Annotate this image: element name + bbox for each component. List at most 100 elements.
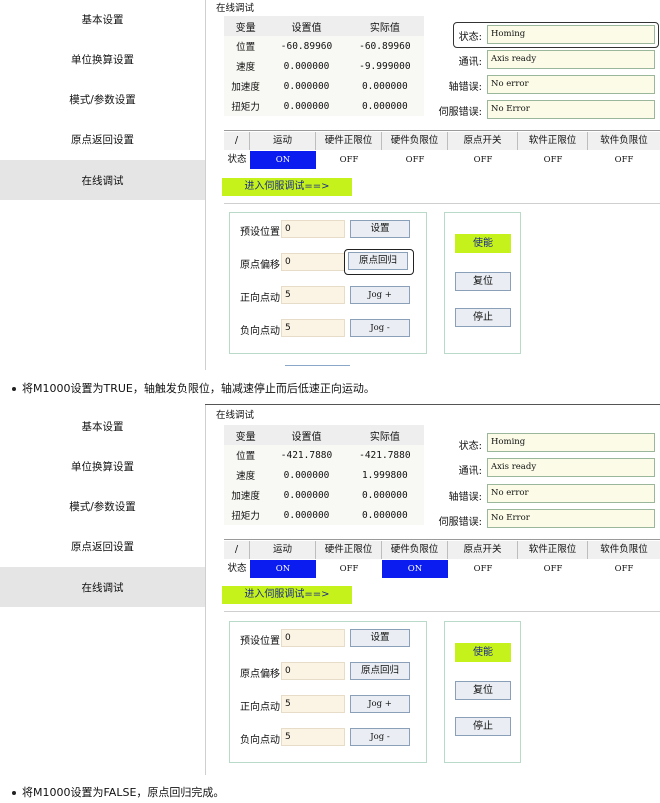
divider bbox=[205, 405, 206, 775]
axis-error-field: No error bbox=[487, 75, 655, 94]
group-title: 在线调试 bbox=[216, 3, 255, 14]
jog-reverse-input[interactable]: 5 bbox=[281, 319, 345, 337]
home-return-button[interactable]: 原点回归 bbox=[348, 252, 408, 270]
var-actual: 0.000000 bbox=[361, 100, 408, 112]
enable-button[interactable]: 使能 bbox=[455, 643, 511, 662]
jog-reverse-label: 负向点动 bbox=[240, 735, 280, 746]
separator bbox=[224, 130, 660, 131]
io-header-hw-pos-limit: 硬件正限位 bbox=[316, 132, 382, 150]
enter-servo-debug-button[interactable]: 进入伺服调试==> bbox=[222, 178, 352, 196]
io-sw-pos-limit-value: OFF bbox=[543, 155, 563, 165]
servo-error-field: No Error bbox=[487, 509, 655, 528]
comm-field: Axis ready bbox=[487, 458, 655, 477]
var-set: 0.000000 bbox=[283, 469, 330, 481]
axis-error-field: No error bbox=[487, 484, 655, 503]
status-label: 状态: bbox=[458, 441, 482, 452]
io-header-motion: 运动 bbox=[250, 132, 316, 150]
jog-reverse-label: 负向点动 bbox=[240, 326, 280, 337]
io-sw-neg-limit-value: OFF bbox=[614, 155, 634, 165]
var-actual: 0.000000 bbox=[361, 509, 408, 521]
caption-1: 将M1000设置为TRUE，轴触发负限位，轴减速停止而后低速正向运动。 bbox=[22, 382, 375, 395]
reset-button[interactable]: 复位 bbox=[455, 681, 511, 700]
sidebar-item-homing[interactable]: 原点返回设置 bbox=[0, 527, 205, 565]
io-header-sw-neg-limit: 软件负限位 bbox=[588, 541, 660, 559]
table-row: 位置 -60.89960 -60.89960 bbox=[224, 36, 424, 56]
io-sw-pos-limit-value: OFF bbox=[543, 564, 563, 574]
status-label: 状态: bbox=[458, 32, 482, 43]
io-hw-pos-limit-value: OFF bbox=[339, 155, 359, 165]
var-actual: 0.000000 bbox=[361, 489, 408, 501]
status-field: Homing bbox=[487, 433, 655, 452]
set-button[interactable]: 设置 bbox=[350, 629, 410, 647]
sidebar-item-unit[interactable]: 单位换算设置 bbox=[0, 40, 205, 78]
variable-table: 变量 设置值 实际值 位置 -60.89960 -60.89960 速度 0.0… bbox=[224, 16, 424, 116]
servo-error-field: No Error bbox=[487, 100, 655, 119]
io-home-switch-value: OFF bbox=[473, 564, 493, 574]
table-row: 位置 -421.7880 -421.7880 bbox=[224, 445, 424, 465]
caption-2: 将M1000设置为FALSE，原点回归完成。 bbox=[22, 786, 225, 799]
io-header-motion: 运动 bbox=[250, 541, 316, 559]
separator bbox=[224, 203, 660, 204]
var-set: 0.000000 bbox=[283, 509, 330, 521]
jog-plus-button[interactable]: Jog + bbox=[350, 695, 410, 713]
bullet-dot bbox=[12, 791, 16, 795]
sidebar: 基本设置 单位换算设置 模式/参数设置 原点返回设置 在线调试 bbox=[0, 0, 205, 370]
jog-forward-input[interactable]: 5 bbox=[281, 286, 345, 304]
comm-label: 通讯: bbox=[458, 57, 482, 68]
set-button[interactable]: 设置 bbox=[350, 220, 410, 238]
io-row-label: 状态 bbox=[227, 154, 247, 165]
col-header-set-value: 设置值 bbox=[267, 16, 346, 36]
origin-offset-input[interactable]: 0 bbox=[281, 253, 345, 271]
sidebar-item-online-debug[interactable]: 在线调试 bbox=[0, 160, 205, 200]
preset-position-input[interactable]: 0 bbox=[281, 220, 345, 238]
origin-offset-input[interactable]: 0 bbox=[281, 662, 345, 680]
stop-button[interactable]: 停止 bbox=[455, 308, 511, 327]
var-set: 0.000000 bbox=[283, 489, 330, 501]
io-home-switch-value: OFF bbox=[473, 155, 493, 165]
sidebar-item-homing[interactable]: 原点返回设置 bbox=[0, 120, 205, 158]
home-return-button[interactable]: 原点回归 bbox=[350, 662, 410, 680]
jog-reverse-input[interactable]: 5 bbox=[281, 728, 345, 746]
col-header-actual-value: 实际值 bbox=[345, 16, 424, 36]
sidebar-item-mode[interactable]: 模式/参数设置 bbox=[0, 80, 205, 118]
sidebar-item-basic[interactable]: 基本设置 bbox=[0, 0, 205, 38]
table-row: 速度 0.000000 1.999800 bbox=[224, 465, 424, 485]
comm-field: Axis ready bbox=[487, 50, 655, 69]
enable-button[interactable]: 使能 bbox=[455, 234, 511, 253]
var-set: 0.000000 bbox=[283, 100, 330, 112]
screenshot-panel-1: 基本设置 单位换算设置 模式/参数设置 原点返回设置 在线调试 在线调试 变量 … bbox=[0, 0, 660, 370]
stop-button[interactable]: 停止 bbox=[455, 717, 511, 736]
table-row: 加速度 0.000000 0.000000 bbox=[224, 76, 424, 96]
io-header-slash: / bbox=[224, 541, 250, 559]
jog-forward-input[interactable]: 5 bbox=[281, 695, 345, 713]
enter-servo-debug-button[interactable]: 进入伺服调试==> bbox=[222, 586, 352, 604]
reset-button[interactable]: 复位 bbox=[455, 272, 511, 291]
col-header-set-value: 设置值 bbox=[267, 425, 346, 445]
var-name: 加速度 bbox=[231, 491, 260, 502]
io-status-table: / 运动 硬件正限位 硬件负限位 原点开关 软件正限位 软件负限位 状态 ON … bbox=[224, 132, 660, 172]
jog-param-group: 预设位置 0 设置 原点偏移 0 原点回归 正向点动 5 Jog + 负向点动 … bbox=[229, 212, 427, 354]
var-set: 0.000000 bbox=[283, 60, 330, 72]
io-sw-neg-limit-value: OFF bbox=[614, 564, 634, 574]
var-name: 扭矩力 bbox=[231, 511, 260, 522]
sidebar-item-mode[interactable]: 模式/参数设置 bbox=[0, 487, 205, 525]
io-header-home-switch: 原点开关 bbox=[448, 541, 518, 559]
jog-plus-button[interactable]: Jog + bbox=[350, 286, 410, 304]
origin-offset-label: 原点偏移 bbox=[240, 669, 280, 680]
origin-offset-label: 原点偏移 bbox=[240, 260, 280, 271]
preset-position-input[interactable]: 0 bbox=[281, 629, 345, 647]
sidebar-item-basic[interactable]: 基本设置 bbox=[0, 407, 205, 445]
io-motion-value: ON bbox=[250, 151, 316, 169]
sidebar-item-online-debug[interactable]: 在线调试 bbox=[0, 567, 205, 607]
partial-button-edge bbox=[285, 365, 350, 366]
var-set: -60.89960 bbox=[280, 40, 333, 52]
jog-minus-button[interactable]: Jog - bbox=[350, 319, 410, 337]
bullet-dot bbox=[12, 387, 16, 391]
control-group: 使能 复位 停止 bbox=[444, 212, 521, 354]
axis-error-label: 轴错误: bbox=[448, 82, 482, 93]
var-actual: -60.89960 bbox=[359, 40, 411, 52]
sidebar-item-unit[interactable]: 单位换算设置 bbox=[0, 447, 205, 485]
io-status-table: / 运动 硬件正限位 硬件负限位 原点开关 软件正限位 软件负限位 状态 ON … bbox=[224, 541, 660, 581]
col-header-variable: 变量 bbox=[224, 425, 268, 445]
jog-minus-button[interactable]: Jog - bbox=[350, 728, 410, 746]
